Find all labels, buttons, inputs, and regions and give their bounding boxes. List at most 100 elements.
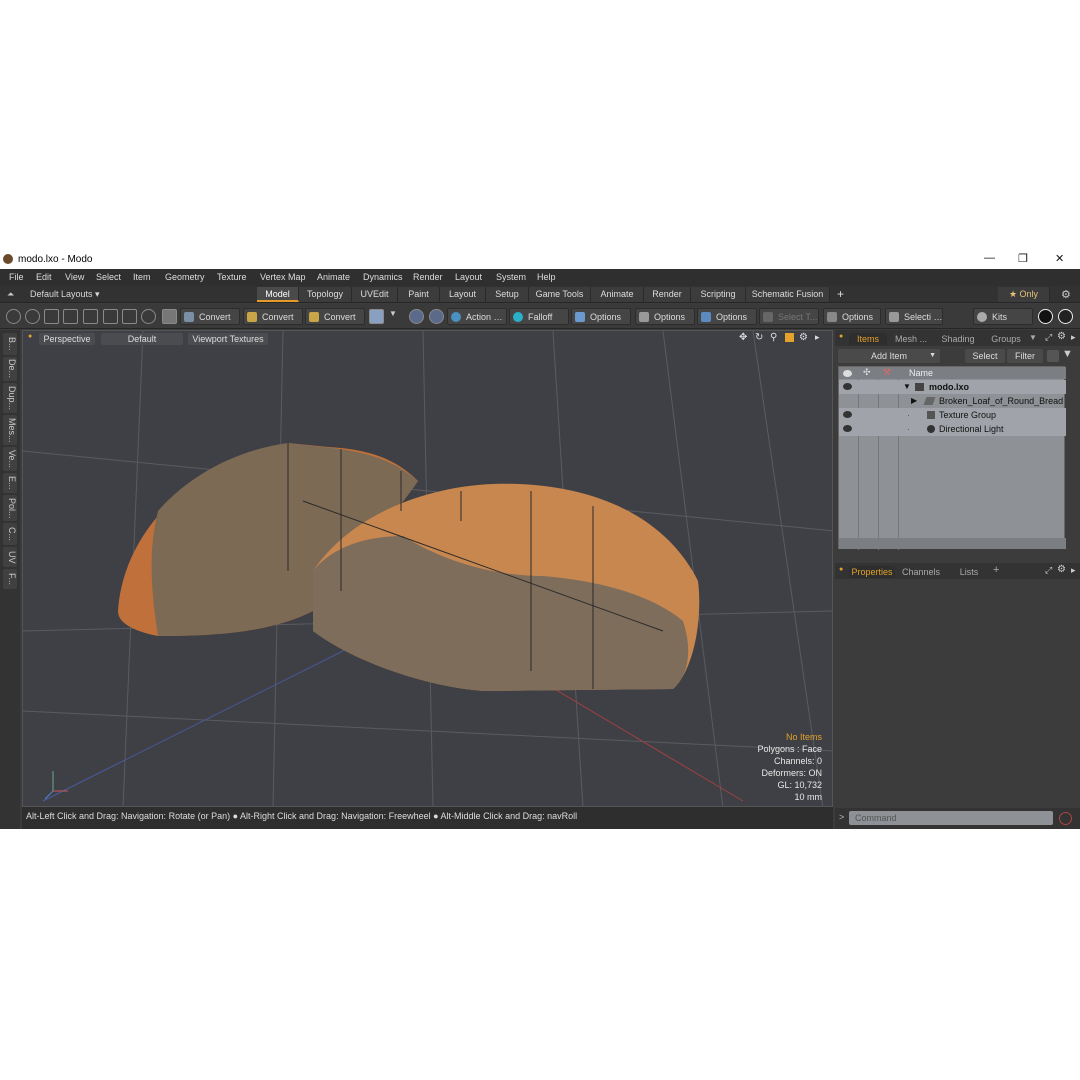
convert-button-2[interactable]: Convert [243, 308, 303, 325]
horizontal-scrollbar[interactable] [839, 538, 1066, 549]
pan-icon[interactable]: ✥ [739, 332, 747, 343]
minimize-button[interactable]: — [984, 252, 995, 264]
layout-dropdown[interactable]: Default Layouts ▾ [30, 289, 100, 300]
tab-shading[interactable]: Shading [937, 333, 979, 345]
tab-scripting[interactable]: Scripting [691, 287, 746, 302]
panel-gear-icon[interactable]: ⚙ [1057, 564, 1066, 575]
globe-icon[interactable] [25, 309, 40, 324]
polygon-icon[interactable] [83, 309, 98, 324]
left-tab-basic[interactable]: B... [3, 333, 17, 355]
viewport-textures-button[interactable]: Viewport Textures [188, 333, 268, 345]
pivot-icon[interactable] [141, 309, 156, 324]
left-tab-curve[interactable]: C... [3, 523, 17, 545]
tab-setup[interactable]: Setup [486, 287, 529, 302]
pin-icon[interactable] [44, 309, 59, 324]
tab-layout[interactable]: Layout [440, 287, 486, 302]
options-button-3[interactable]: Options [697, 308, 757, 325]
unreal-icon[interactable] [1058, 309, 1073, 324]
shield-icon[interactable] [409, 309, 424, 324]
tab-lists[interactable]: Lists [951, 566, 987, 578]
shading-default-button[interactable]: Default [101, 333, 183, 345]
left-tab-deform[interactable]: De... [3, 357, 17, 381]
left-tab-uv[interactable]: UV [3, 547, 17, 567]
item-row-light[interactable]: · Directional Light [839, 422, 1066, 436]
selection-button[interactable]: Selecti … [885, 308, 943, 325]
menu-file[interactable]: File [9, 272, 24, 282]
menu-texture[interactable]: Texture [217, 272, 247, 282]
falloff-button[interactable]: Falloff [509, 308, 569, 325]
convert-button-1[interactable]: Convert [180, 308, 240, 325]
funnel-icon[interactable]: ▼ [1062, 348, 1073, 360]
chevron-down-icon[interactable]: ▼ [389, 309, 404, 324]
tab-model[interactable]: Model [257, 287, 299, 302]
maximize-button[interactable]: ❐ [1018, 252, 1028, 265]
item-row-scene[interactable]: ▼ modo.lxo [839, 380, 1066, 394]
tab-properties[interactable]: Properties [849, 566, 895, 578]
panel-menu-icon[interactable]: ▸ [1071, 565, 1076, 576]
tab-animate[interactable]: Animate [591, 287, 644, 302]
layout-up-icon[interactable]: ⏶ [7, 289, 14, 300]
menu-geometry[interactable]: Geometry [165, 272, 205, 282]
item-row-texture-group[interactable]: · Texture Group [839, 408, 1066, 422]
cube-icon[interactable] [162, 309, 177, 324]
edge-icon[interactable] [63, 309, 78, 324]
add-tab-button[interactable]: + [837, 287, 844, 301]
panel-menu-icon[interactable]: ▸ [1071, 332, 1076, 343]
expand-arrow-icon[interactable]: ▼ [903, 380, 911, 394]
tab-schematic-fusion[interactable]: Schematic Fusion [746, 287, 830, 302]
menu-help[interactable]: Help [537, 272, 556, 282]
left-tab-fusion[interactable]: F... [3, 569, 17, 589]
select-button[interactable]: Select [965, 349, 1005, 363]
tab-game-tools[interactable]: Game Tools [529, 287, 591, 302]
gear-icon[interactable]: ⚙ [1061, 288, 1071, 301]
select-tool-button[interactable]: Select T... [759, 308, 819, 325]
tab-paint[interactable]: Paint [398, 287, 440, 302]
tabs-more-icon[interactable]: ▼ [1029, 333, 1037, 342]
menu-system[interactable]: System [496, 272, 526, 282]
3d-viewport[interactable]: ● Perspective Default Viewport Textures … [22, 330, 833, 807]
grid-icon[interactable] [103, 309, 118, 324]
zoom-icon[interactable]: ⚲ [770, 332, 777, 343]
left-tab-vertex[interactable]: Ve... [3, 447, 17, 471]
menu-dynamics[interactable]: Dynamics [363, 272, 403, 282]
viewport-menu-icon[interactable]: ▸ [815, 332, 820, 343]
rotate-icon[interactable]: ↻ [755, 332, 763, 343]
close-button[interactable]: ✕ [1055, 252, 1064, 265]
shield-alt-icon[interactable] [429, 309, 444, 324]
expand-icon[interactable]: ⤢ [1045, 565, 1052, 576]
convert-button-3[interactable]: Convert [305, 308, 365, 325]
left-tab-duplicate[interactable]: Dup... [3, 383, 17, 413]
viewport-gear-icon[interactable]: ⚙ [799, 332, 808, 343]
collapse-icon[interactable] [1047, 350, 1059, 362]
filter-button[interactable]: Filter [1007, 349, 1043, 363]
eye-icon[interactable] [843, 425, 852, 432]
tab-channels[interactable]: Channels [899, 566, 943, 578]
menu-item[interactable]: Item [133, 272, 151, 282]
action-button[interactable]: Action … [447, 308, 507, 325]
expand-icon[interactable]: ⤢ [1045, 332, 1052, 343]
tab-groups[interactable]: Groups [985, 333, 1027, 345]
tab-mesh[interactable]: Mesh ... [891, 333, 931, 345]
left-tab-polygon[interactable]: Pol... [3, 495, 17, 521]
tab-topology[interactable]: Topology [299, 287, 352, 302]
menu-animate[interactable]: Animate [317, 272, 350, 282]
work-plane-icon[interactable] [369, 309, 384, 324]
options-button-2[interactable]: Options [635, 308, 695, 325]
tab-items[interactable]: Items [849, 333, 887, 345]
menu-view[interactable]: View [65, 272, 84, 282]
record-icon[interactable] [1059, 812, 1072, 825]
only-toggle[interactable]: ★ Only [998, 287, 1050, 302]
expand-arrow-icon[interactable]: ▶ [911, 394, 917, 408]
menu-edit[interactable]: Edit [36, 272, 52, 282]
left-tab-mesh-edit[interactable]: Mes... [3, 415, 17, 445]
add-item-button[interactable]: Add Item ▼ [838, 349, 940, 363]
unity-icon[interactable] [1038, 309, 1053, 324]
tab-render[interactable]: Render [644, 287, 691, 302]
select-vertices-icon[interactable] [6, 309, 21, 324]
options-button-4[interactable]: Options [823, 308, 881, 325]
left-tab-edge[interactable]: E... [3, 473, 17, 493]
tab-uvedit[interactable]: UVEdit [352, 287, 398, 302]
menu-render[interactable]: Render [413, 272, 443, 282]
panel-gear-icon[interactable]: ⚙ [1057, 331, 1066, 342]
fit-icon[interactable] [785, 333, 794, 342]
